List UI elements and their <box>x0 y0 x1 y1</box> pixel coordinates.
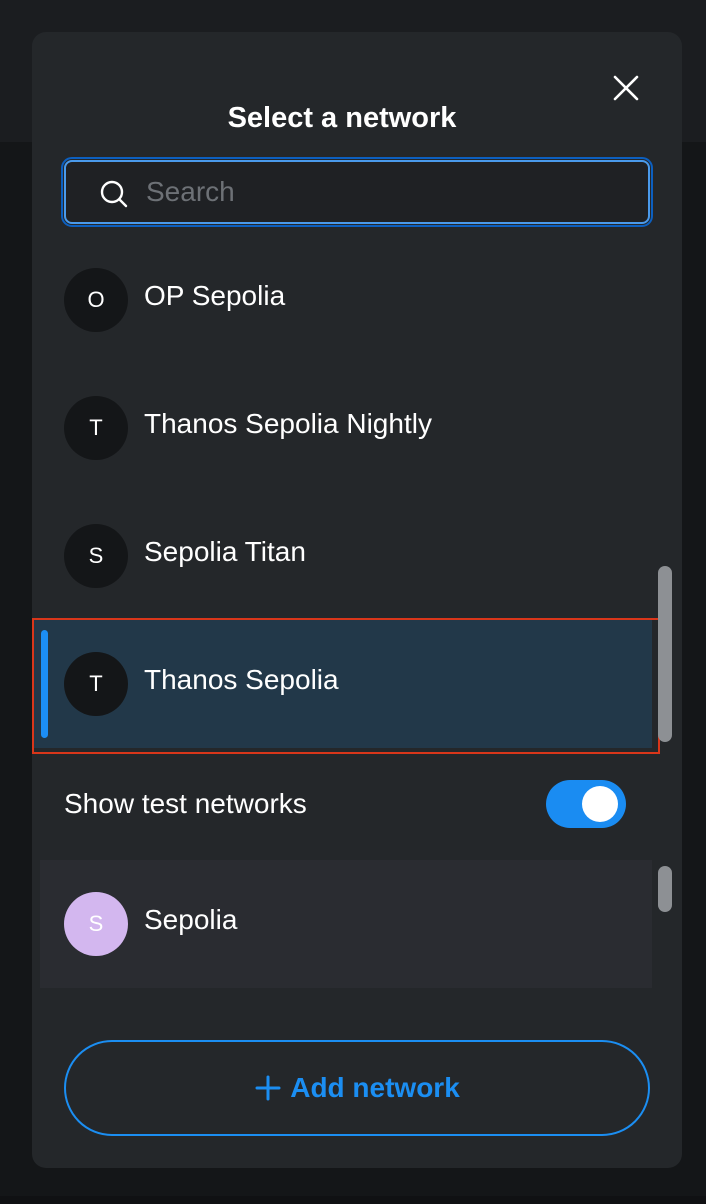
search-field[interactable] <box>61 157 653 227</box>
test-network-list-scrollbar[interactable] <box>658 866 672 912</box>
network-item-op-sepolia[interactable]: O OP Sepolia <box>32 236 652 364</box>
network-label: Thanos Sepolia Nightly <box>144 408 432 439</box>
network-item-sepolia[interactable]: S Sepolia <box>40 860 652 988</box>
network-select-modal: Select a network O OP Sepolia T Thanos S… <box>32 32 682 1168</box>
close-button[interactable] <box>610 72 642 104</box>
network-avatar: S <box>64 892 128 956</box>
network-item-thanos-sepolia-nightly[interactable]: T Thanos Sepolia Nightly <box>32 364 652 492</box>
add-network-button[interactable]: Add network <box>64 1040 650 1136</box>
modal-title: Select a network <box>227 102 457 134</box>
close-icon <box>613 75 639 101</box>
network-label: OP Sepolia <box>144 280 286 311</box>
network-label: Sepolia <box>144 904 238 935</box>
network-item-thanos-sepolia[interactable]: T Thanos Sepolia <box>32 620 652 748</box>
toggle-knob <box>582 786 618 822</box>
plus-icon <box>255 1075 281 1101</box>
search-icon <box>100 180 128 208</box>
selected-indicator <box>41 630 48 738</box>
network-avatar: S <box>64 524 128 588</box>
test-network-list: S Sepolia <box>40 860 652 988</box>
network-list-scrollbar[interactable] <box>658 566 672 742</box>
show-test-networks-toggle[interactable] <box>546 780 626 828</box>
network-avatar: O <box>64 268 128 332</box>
add-network-label: Add network <box>290 1072 460 1103</box>
network-label: Thanos Sepolia <box>144 664 339 695</box>
network-list: O OP Sepolia T Thanos Sepolia Nightly S … <box>32 236 682 756</box>
search-input[interactable] <box>146 172 626 212</box>
network-item-sepolia-titan[interactable]: S Sepolia Titan <box>32 492 652 620</box>
network-label: Sepolia Titan <box>144 536 306 567</box>
show-test-networks-label: Show test networks <box>64 788 307 819</box>
network-avatar: T <box>64 652 128 716</box>
backdrop-footer <box>0 1196 706 1204</box>
network-avatar: T <box>64 396 128 460</box>
